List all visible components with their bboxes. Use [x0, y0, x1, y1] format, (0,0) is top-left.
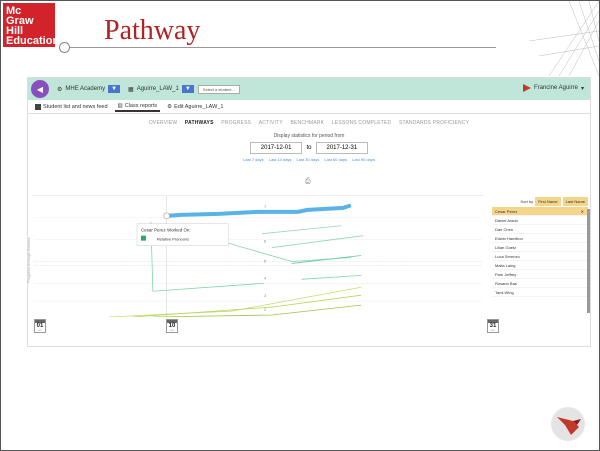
subnav-overview[interactable]: OVERVIEW [149, 120, 177, 126]
cardinal-logo-icon [551, 407, 585, 441]
date-range: 2017-12-01 to 2017-12-31 [28, 142, 590, 154]
level-label: 4 [264, 275, 267, 280]
student-item[interactable]: Tami Wing [492, 288, 588, 297]
path-point[interactable] [163, 212, 171, 220]
student-item[interactable]: Dae Chen [492, 225, 588, 234]
date-badge: 10 2017 [166, 319, 178, 333]
chevron-down-icon: ▾ [580, 85, 584, 92]
quick-range-link[interactable]: Last 14 days [269, 157, 292, 162]
date-to-input[interactable]: 2017-12-31 [315, 142, 369, 154]
tooltip: Cesar Perez Worked On: Relative Pronouns [136, 223, 229, 246]
date-timeline: 01 2017 10 2017 31 2017 [32, 319, 499, 347]
class-selector[interactable]: ▦ Aguirre_LAW_1 ▼ [128, 85, 194, 93]
sort-first-name-button[interactable]: First Name [535, 196, 561, 206]
student-item[interactable]: Rosario Bas [492, 279, 588, 288]
logo-line-4: Education [6, 35, 60, 47]
tab-student-list[interactable]: Student list and news feed [32, 103, 111, 111]
user-flag-icon [522, 84, 531, 92]
quick-range-link[interactable]: Last 90 days [352, 157, 375, 162]
student-select[interactable]: Select a student... [197, 84, 240, 94]
sort-label: Sort by [520, 198, 534, 204]
corner-decoration [529, 1, 599, 76]
date-from-input[interactable]: 2017-12-01 [249, 142, 303, 154]
subnav-progress[interactable]: PROGRESS [221, 120, 251, 126]
quick-ranges: Last 7 days Last 14 days Last 30 days La… [28, 157, 590, 162]
tab-bar: Student list and news feed ▥ Class report… [28, 100, 590, 114]
org-dropdown-button[interactable]: ▼ [108, 85, 121, 93]
title-underline [66, 47, 496, 48]
student-item[interactable]: Daniel Arado [492, 216, 588, 225]
quick-range-link[interactable]: Last 60 days [324, 157, 347, 162]
check-icon [140, 235, 146, 241]
back-icon[interactable]: ◀ [31, 80, 49, 98]
report-subnav: OVERVIEW PATHWAYS PROGRESS ACTIVITY BENC… [28, 120, 590, 126]
chart-y-label: Progress through lessons [26, 237, 31, 283]
app-top-bar: ◀ ⚙ MHE Academy ▼ ▦ Aguirre_LAW_1 ▼ Sele… [28, 78, 590, 100]
student-item[interactable]: Luca Serenzo [492, 252, 588, 261]
user-name: Francine Aguirre [533, 85, 578, 91]
student-sidebar: Sort by First Name Last Name Cesar Perez… [492, 195, 590, 319]
quick-range-link[interactable]: Last 30 days [297, 157, 320, 162]
tab-class-reports[interactable]: ▥ Class reports [114, 102, 161, 112]
date-badge: 01 2017 [34, 319, 46, 333]
student-item[interactable]: Lilian Goetz [492, 243, 588, 252]
tab-label: Class reports [124, 102, 158, 109]
class-name: Aguirre_LAW_1 [136, 86, 179, 92]
tab-label: Student list and news feed [43, 103, 108, 110]
print-icon[interactable]: ⎙ [305, 178, 311, 186]
sort-controls: Sort by First Name Last Name [492, 195, 588, 207]
sidebar-scrollbar[interactable] [587, 209, 590, 313]
subnav-lessons-completed[interactable]: LESSONS COMPLETED [332, 120, 392, 126]
subnav-benchmark[interactable]: BENCHMARK [290, 120, 324, 126]
subnav-pathways[interactable]: PATHWAYS [185, 120, 214, 126]
selected-student-path[interactable] [164, 203, 352, 218]
student-item[interactable]: Malia Laing [492, 261, 588, 270]
sort-last-name-button[interactable]: Last Name [562, 196, 588, 206]
level-label: 5 [264, 258, 267, 263]
student-item[interactable]: Pam Jeffrey [492, 270, 588, 279]
app-screenshot: ◀ ⚙ MHE Academy ▼ ▦ Aguirre_LAW_1 ▼ Sele… [26, 77, 591, 347]
list-icon [35, 103, 41, 110]
tab-label: Edit Aguirre_LAW_1 [174, 103, 224, 110]
level-label: 7 [264, 204, 266, 209]
tooltip-item: Relative Pronouns [157, 237, 189, 242]
org-name: MHE Academy [65, 86, 106, 92]
date-badge: 31 2017 [487, 319, 499, 333]
title-circle [59, 42, 70, 53]
student-item-selected[interactable]: Cesar Perez [492, 207, 588, 216]
student-item[interactable]: Edwin Hamilton [492, 234, 588, 243]
period-label: Display statistics for period from [273, 133, 345, 139]
school-icon: ⚙ [57, 86, 63, 93]
class-dropdown-button[interactable]: ▼ [181, 85, 194, 93]
tab-edit-class[interactable]: ⚙ Edit Aguirre_LAW_1 [164, 103, 226, 111]
slide-title: Pathway [104, 15, 201, 46]
gear-icon: ⚙ [167, 103, 173, 110]
quick-range-link[interactable]: Last 7 days [243, 157, 263, 162]
user-menu[interactable]: Francine Aguirre ▾ [522, 84, 584, 92]
subnav-standards-proficiency[interactable]: STANDARDS PROFICIENCY [399, 120, 469, 126]
level-label: 6 [264, 239, 267, 244]
bar-chart-icon: ▥ [117, 102, 123, 109]
tooltip-title: Cesar Perez Worked On: [141, 228, 191, 233]
publisher-logo: Mc Graw Hill Education [3, 3, 60, 47]
date-to-label: to [306, 145, 312, 151]
level-label: 3 [264, 293, 267, 298]
grid-icon: ▦ [128, 86, 134, 93]
pathway-chart: 7 6 5 4 3 2 Cesar Perez Worked On: Relat… [32, 195, 484, 317]
subnav-activity[interactable]: ACTIVITY [259, 120, 283, 126]
slide: Mc Graw Hill Education Pathway ◀ ⚙ MHE A… [0, 0, 600, 451]
org-selector[interactable]: ⚙ MHE Academy ▼ [57, 85, 121, 93]
